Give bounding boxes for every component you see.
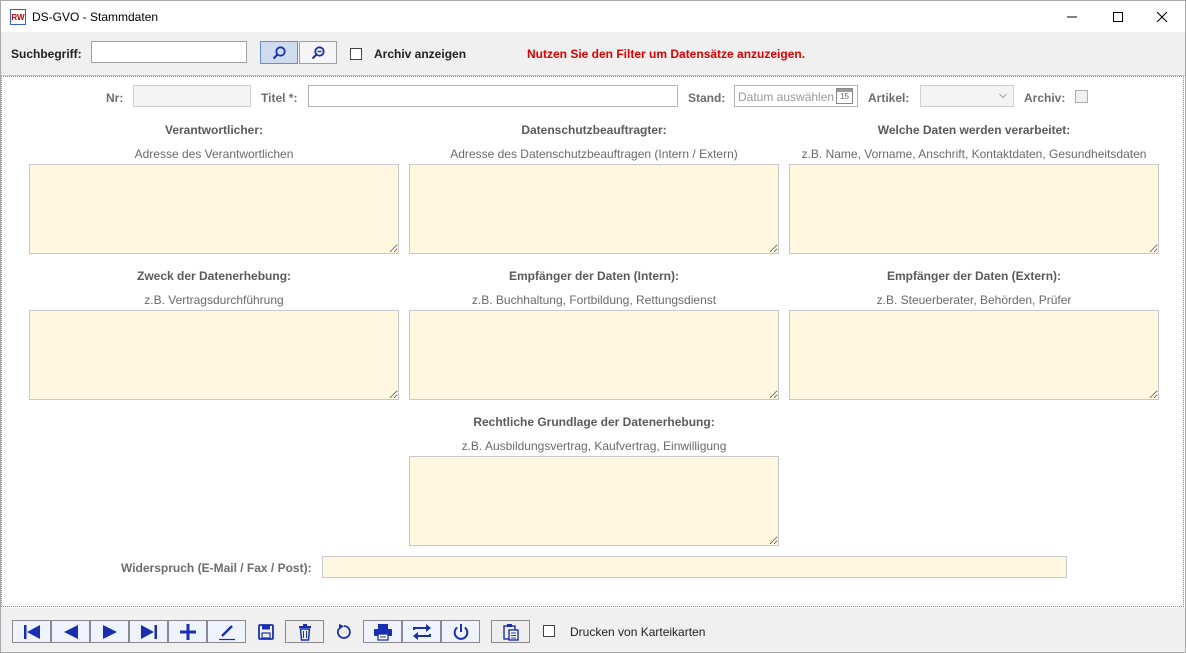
app-window: RW DS-GVO - Stammdaten Suchbegriff: Arch… [0, 0, 1186, 653]
window-title: DS-GVO - Stammdaten [32, 10, 159, 24]
grundlage-textarea[interactable] [409, 456, 779, 546]
next-record-icon [102, 624, 117, 639]
stand-label: Stand: [688, 91, 726, 105]
empf-intern-title: Empfänger der Daten (Intern): [508, 269, 679, 283]
swap-icon [412, 623, 431, 640]
edit-icon [218, 624, 235, 640]
dsb-hint: Adresse des Datenschutzbeauftragen (Inte… [450, 147, 738, 161]
add-record-button[interactable] [168, 620, 207, 643]
print-cards-checkbox[interactable] [543, 625, 555, 637]
close-button[interactable] [1139, 1, 1185, 32]
minimize-button[interactable] [1049, 1, 1095, 32]
dsb-title: Datenschutzbeauftragter: [521, 123, 667, 137]
title-bar[interactable]: RW DS-GVO - Stammdaten [1, 1, 1185, 32]
swap-button[interactable] [402, 620, 441, 643]
search-icon [272, 45, 286, 59]
zweck-hint: z.B. Vertragsdurchführung [144, 293, 284, 307]
clipboard-icon [502, 623, 519, 641]
grundlage-title: Rechtliche Grundlage der Datenerhebung: [473, 415, 715, 429]
title-field[interactable] [308, 85, 678, 107]
last-record-button[interactable] [129, 620, 168, 643]
archiv-checkbox[interactable] [1075, 90, 1088, 103]
archive-checkbox[interactable] [350, 48, 362, 60]
calendar-icon[interactable]: 15 [836, 88, 853, 104]
grundlage-hint: z.B. Ausbildungsvertrag, Kaufvertrag, Ei… [461, 439, 727, 453]
previous-record-button[interactable] [51, 620, 90, 643]
empf-extern-title: Empfänger der Daten (Extern): [886, 269, 1062, 283]
verantwortlicher-hint: Adresse des Verantwortlichen [134, 147, 294, 161]
refresh-icon [336, 623, 351, 639]
search-input[interactable] [91, 41, 247, 63]
widerspruch-label: Widerspruch (E-Mail / Fax / Post): [121, 561, 312, 575]
first-record-icon [23, 624, 40, 639]
exit-button[interactable] [441, 620, 480, 643]
search-button[interactable] [260, 41, 298, 64]
verantwortlicher-textarea[interactable] [29, 164, 399, 254]
delete-icon [298, 623, 311, 641]
print-button[interactable] [363, 620, 402, 643]
dsb-textarea[interactable] [409, 164, 779, 254]
clear-filter-button[interactable] [299, 41, 337, 64]
nr-label: Nr: [106, 91, 124, 105]
daten-textarea[interactable] [789, 164, 1159, 254]
title-label: Titel *: [261, 91, 298, 105]
clipboard-button[interactable] [491, 620, 530, 643]
empf-extern-hint: z.B. Steuerberater, Behörden, Prüfer [876, 293, 1072, 307]
refresh-button[interactable] [324, 620, 363, 643]
record-form: Nr: Titel *: Stand: Datum auswählen 15 A… [1, 76, 1184, 607]
zweck-textarea[interactable] [29, 310, 399, 400]
print-icon [373, 623, 392, 641]
stand-date-picker[interactable]: Datum auswählen 15 [734, 85, 858, 107]
zweck-title: Zweck der Datenerhebung: [136, 269, 292, 283]
archiv-label: Archiv: [1024, 91, 1066, 105]
first-record-button[interactable] [12, 620, 51, 643]
minimize-icon [1067, 16, 1077, 17]
edit-record-button[interactable] [207, 620, 246, 643]
save-button[interactable] [246, 620, 285, 643]
empf-intern-textarea[interactable] [409, 310, 779, 400]
print-cards-label: Drucken von Karteikarten [570, 625, 706, 639]
filter-message: Nutzen Sie den Filter um Datensätze anzu… [527, 47, 806, 61]
verantwortlicher-title: Verantwortlicher: [164, 123, 264, 137]
stand-date-placeholder: Datum auswählen [738, 90, 835, 104]
delete-button[interactable] [285, 620, 324, 643]
archive-label: Archiv anzeigen [374, 47, 467, 61]
artikel-dropdown[interactable] [920, 85, 1014, 107]
bottom-toolbar: Drucken von Karteikarten [1, 608, 1185, 652]
previous-record-icon [63, 624, 78, 639]
calendar-day: 15 [840, 92, 849, 101]
search-label: Suchbegriff: [11, 47, 82, 61]
chevron-down-icon [999, 93, 1007, 99]
artikel-label: Artikel: [868, 91, 910, 105]
nr-field [133, 85, 251, 107]
maximize-button[interactable] [1095, 1, 1141, 32]
add-icon [179, 623, 196, 640]
save-icon [257, 623, 274, 640]
power-icon [453, 623, 468, 640]
empf-extern-textarea[interactable] [789, 310, 1159, 400]
daten-hint: z.B. Name, Vorname, Anschrift, Kontaktda… [801, 147, 1147, 161]
daten-title: Welche Daten werden verarbeitet: [877, 123, 1071, 137]
next-record-button[interactable] [90, 620, 129, 643]
empf-intern-hint: z.B. Buchhaltung, Fortbildung, Rettungsd… [471, 293, 717, 307]
zoom-out-icon [311, 45, 325, 59]
maximize-icon [1113, 11, 1123, 22]
search-toolbar: Suchbegriff: Archiv anzeigen Nutzen Sie … [1, 32, 1185, 76]
close-icon [1156, 11, 1168, 22]
last-record-icon [140, 624, 157, 639]
app-logo-icon: RW [10, 9, 26, 25]
widerspruch-field[interactable] [322, 556, 1067, 578]
